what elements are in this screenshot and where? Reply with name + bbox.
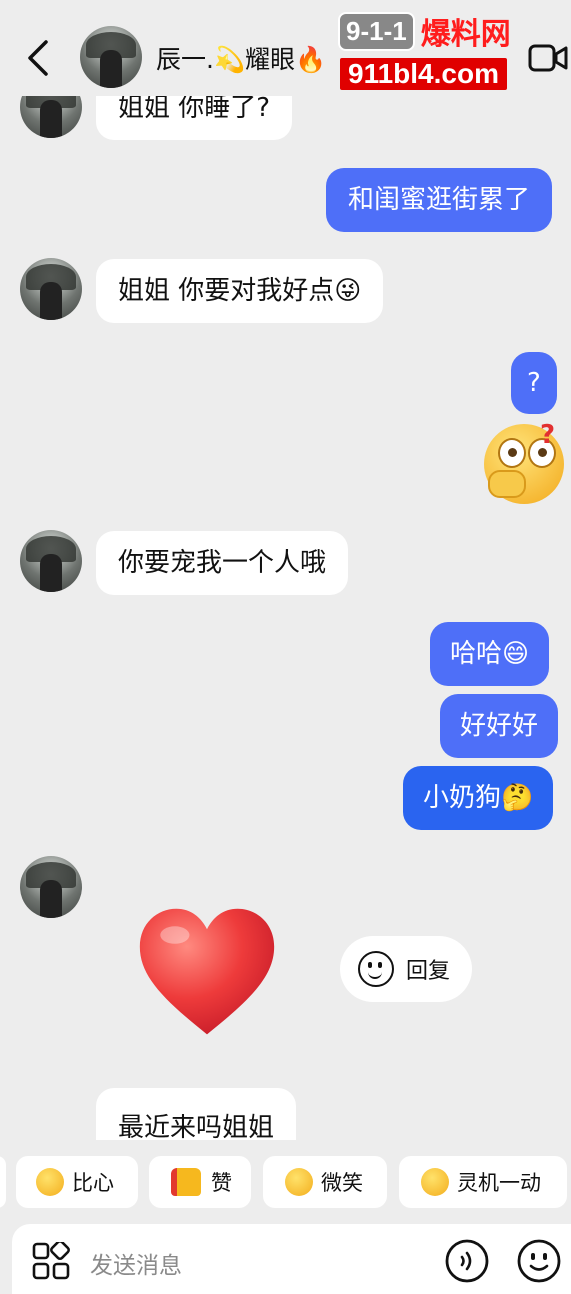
apps-grid-icon[interactable] (32, 1242, 70, 1280)
chat-message-list[interactable]: 姐姐 你睡了? 和闺蜜逛街累了 姐姐 你要对我好点😜 ? ? 你要宠我一个人哦 … (0, 0, 571, 1140)
message-bubble-outgoing[interactable]: ? (511, 352, 557, 414)
message-bubble-outgoing[interactable]: 和闺蜜逛街累了 (326, 168, 553, 232)
quick-reply-label: 灵机一动 (457, 1171, 541, 1195)
message-input-bar: 发送消息 (12, 1224, 571, 1294)
message-bubble-outgoing[interactable]: 好好好 (440, 694, 559, 758)
sticker-eye (498, 438, 526, 468)
quick-reply-label: 比心 (72, 1171, 114, 1195)
watermark-url: 911bl4.com (340, 58, 507, 90)
video-call-icon[interactable] (528, 42, 568, 74)
contact-avatar[interactable] (20, 258, 82, 320)
thumbs-up-emoji-icon (171, 1168, 201, 1196)
message-bubble-outgoing[interactable]: 小奶狗🤔 (403, 766, 554, 830)
quick-reply-smile[interactable]: 微笑 (263, 1156, 387, 1208)
message-text: 和闺蜜逛街累了 (348, 185, 531, 215)
message-text: 姐姐 你要对我好点😜 (118, 276, 362, 306)
message-text: 好好好 (460, 711, 539, 741)
heart-sticker[interactable] (134, 900, 280, 1046)
smile-emoji-icon (285, 1168, 313, 1196)
quick-reply-label: 赞 (211, 1171, 232, 1195)
message-text: 你要宠我一个人哦 (118, 548, 327, 578)
blowing-kiss-emoji-icon (36, 1168, 64, 1196)
message-input[interactable]: 发送消息 (90, 1246, 182, 1280)
quick-reply-label: 微笑 (321, 1171, 363, 1195)
message-bubble-outgoing[interactable]: 哈哈😄 (430, 622, 550, 686)
message-bubble-incoming[interactable]: 最近来吗姐姐 (96, 1088, 297, 1140)
message-text: 最近来吗姐姐 (118, 1113, 275, 1140)
message-text: ? (527, 368, 541, 398)
quick-reply-like[interactable]: 赞 (149, 1156, 251, 1208)
header-avatar[interactable] (80, 26, 142, 88)
contact-avatar[interactable] (20, 856, 82, 918)
reply-label: 回复 (406, 959, 451, 984)
contact-avatar[interactable] (20, 530, 82, 592)
sticker-hand (488, 470, 526, 498)
back-arrow-icon[interactable] (24, 38, 54, 78)
voice-input-icon[interactable] (444, 1238, 490, 1284)
quick-reply-chip-partial[interactable] (0, 1156, 6, 1208)
quick-reply-idea[interactable]: 灵机一动 (399, 1156, 567, 1208)
reply-button[interactable]: 回复 (340, 936, 472, 1002)
watermark-logo: 9-1-1 爆料网 911bl4.com (338, 8, 560, 98)
quick-reply-bar: 比心 赞 微笑 灵机一动 (0, 1156, 571, 1208)
watermark-number: 9-1-1 (338, 11, 415, 51)
message-text: 小奶狗🤔 (423, 783, 534, 813)
message-bubble-incoming[interactable]: 姐姐 你要对我好点😜 (96, 259, 384, 323)
message-text: 哈哈😄 (450, 639, 530, 669)
watermark-title: 爆料网 (420, 17, 511, 52)
thinking-emoji-icon (421, 1168, 449, 1196)
contact-name[interactable]: 辰一.💫耀眼🔥 (156, 40, 326, 76)
message-bubble-incoming[interactable]: 你要宠我一个人哦 (96, 531, 349, 595)
question-mark-icon: ? (540, 420, 556, 450)
quick-reply-bixin[interactable]: 比心 (16, 1156, 138, 1208)
chat-header: 辰一.💫耀眼🔥 9-1-1 爆料网 911bl4.com (0, 0, 571, 96)
emoji-picker-icon[interactable] (516, 1238, 562, 1284)
message-text: 姐姐 你睡了? (118, 93, 271, 123)
smile-icon (358, 951, 394, 987)
